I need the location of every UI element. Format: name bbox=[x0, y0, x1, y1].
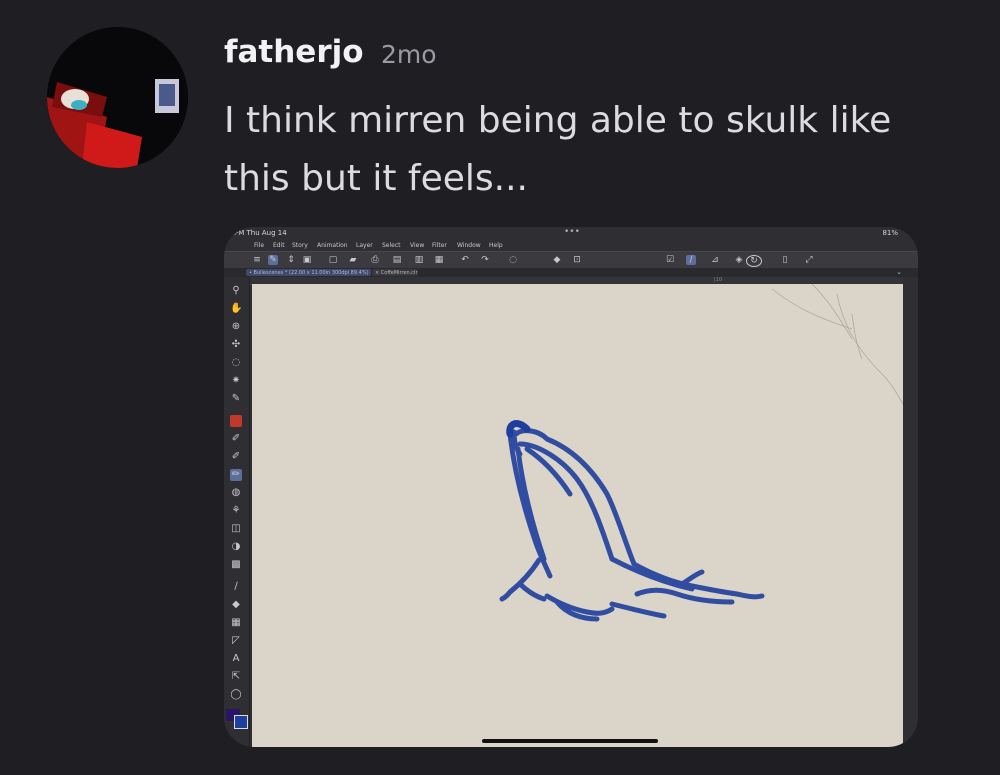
right-panel bbox=[904, 284, 918, 747]
status-battery: 81% bbox=[882, 229, 898, 237]
document-tabs: • Bullescenes * (22.00 x 11.00in 300dpi … bbox=[224, 268, 918, 277]
avatar[interactable] bbox=[47, 27, 188, 168]
image-attachment[interactable]: PM Thu Aug 14 ••• 81% File Edit Story An… bbox=[224, 227, 918, 747]
new-icon[interactable]: ▢ bbox=[328, 255, 338, 265]
hand-icon[interactable]: ✋ bbox=[230, 303, 242, 315]
ruler-icon[interactable]: ⊿ bbox=[710, 255, 720, 265]
shape-icon[interactable]: ◸ bbox=[230, 635, 242, 647]
pencil-icon[interactable]: ✐ bbox=[230, 451, 242, 463]
zoom-icon[interactable]: ⊕ bbox=[230, 321, 242, 333]
menu-edit[interactable]: Edit bbox=[273, 242, 285, 249]
secondary-swatch[interactable] bbox=[234, 715, 248, 729]
lasso-icon[interactable]: ◌ bbox=[230, 357, 242, 369]
text-icon[interactable]: A bbox=[230, 653, 242, 665]
export-icon[interactable]: ▥ bbox=[414, 255, 424, 265]
menu-file[interactable]: File bbox=[254, 242, 264, 249]
undo-icon[interactable]: ↶ bbox=[460, 255, 470, 265]
sketch bbox=[499, 283, 904, 622]
tab-coffemirren[interactable]: × CoffeMirren.clr bbox=[372, 269, 418, 276]
menu-view[interactable]: View bbox=[410, 242, 424, 249]
tool-settings-icon[interactable]: ✎ bbox=[268, 255, 278, 265]
balloon-icon[interactable]: ◯ bbox=[230, 689, 242, 701]
blend-icon[interactable]: ◑ bbox=[230, 541, 242, 553]
fill-icon[interactable]: ◆ bbox=[552, 255, 562, 265]
save-icon[interactable]: ▤ bbox=[392, 255, 402, 265]
username[interactable]: fatherjo bbox=[224, 34, 364, 70]
pen-icon[interactable]: ✐ bbox=[230, 433, 242, 445]
app-menubar: File Edit Story Animation Layer Select V… bbox=[224, 240, 918, 251]
decoration-icon[interactable]: ⚘ bbox=[230, 505, 242, 517]
status-time: PM Thu Aug 14 bbox=[234, 229, 287, 237]
message-text: I think mirren being able to skulk like … bbox=[224, 100, 892, 199]
fill-icon[interactable]: ◆ bbox=[230, 599, 242, 611]
export2-icon[interactable]: ▦ bbox=[434, 255, 444, 265]
check-icon[interactable]: ☑ bbox=[665, 255, 675, 265]
ruler-mark: |10 bbox=[714, 277, 723, 283]
chevron-down-icon[interactable]: ⌄ bbox=[896, 268, 902, 276]
timelapse-icon[interactable]: ↻ bbox=[746, 255, 762, 267]
gradient-icon[interactable]: ▩ bbox=[230, 559, 242, 571]
expand-icon[interactable]: ⤢ bbox=[804, 255, 814, 265]
red-tool-icon[interactable] bbox=[230, 415, 242, 427]
print-icon[interactable]: ⎙ bbox=[370, 255, 380, 265]
ipad-status-bar: PM Thu Aug 14 ••• 81% bbox=[224, 227, 918, 240]
eraser-icon[interactable]: ◫ bbox=[230, 523, 242, 535]
swap-icon[interactable]: ⇕ bbox=[286, 255, 296, 265]
home-indicator bbox=[482, 739, 658, 743]
airbrush-icon[interactable]: ◍ bbox=[230, 487, 242, 499]
menu-window[interactable]: Window bbox=[457, 242, 481, 249]
tab-bullescenes[interactable]: • Bullescenes * (22.00 x 11.00in 300dpi … bbox=[246, 269, 371, 276]
tool-panel: ⚲ ✋ ⊕ ✣ ◌ ✷ ✎ ✐ ✐ ✏ ◍ ⚘ ◫ ◑ ▩ ∕ ◆ ▦ ◸ A … bbox=[224, 277, 250, 747]
magic-wand-icon[interactable]: ✷ bbox=[230, 375, 242, 387]
object-icon[interactable]: ⇱ bbox=[230, 671, 242, 683]
layers-icon[interactable]: ◈ bbox=[734, 255, 744, 265]
open-icon[interactable]: ▰ bbox=[348, 255, 358, 265]
menu-layer[interactable]: Layer bbox=[356, 242, 373, 249]
clear-icon[interactable]: ◌ bbox=[508, 255, 518, 265]
tab-bullescenes-label: • Bullescenes * (22.00 x 11.00in 300dpi … bbox=[249, 270, 369, 276]
transform-icon[interactable]: ⊡ bbox=[572, 255, 582, 265]
brush-active-icon[interactable]: ∕ bbox=[686, 255, 696, 265]
phone-icon[interactable]: ▯ bbox=[780, 255, 790, 265]
color-icon[interactable]: ▣ bbox=[302, 255, 312, 265]
timestamp: 2mo bbox=[381, 40, 437, 69]
menu-animation[interactable]: Animation bbox=[317, 242, 348, 249]
brush-icon[interactable]: ✏ bbox=[230, 469, 242, 481]
search-icon[interactable]: ⚲ bbox=[230, 285, 242, 297]
frame-icon[interactable]: ▦ bbox=[230, 617, 242, 629]
menu-icon[interactable]: ≡ bbox=[252, 255, 262, 265]
menu-help[interactable]: Help bbox=[489, 242, 503, 249]
redo-icon[interactable]: ↷ bbox=[480, 255, 490, 265]
menu-select[interactable]: Select bbox=[382, 242, 401, 249]
menu-story[interactable]: Story bbox=[292, 242, 308, 249]
menu-filter[interactable]: Filter bbox=[432, 242, 447, 249]
line-icon[interactable]: ∕ bbox=[230, 581, 242, 593]
eyedropper-icon[interactable]: ✎ bbox=[230, 393, 242, 405]
more-dots-icon: ••• bbox=[564, 227, 580, 237]
avatar-image bbox=[47, 27, 188, 168]
drawing-canvas[interactable] bbox=[252, 283, 904, 747]
app-toolbar: ≡ ✎ ⇕ ▣ ▢ ▰ ⎙ ▤ ▥ ▦ ↶ ↷ ◌ ◆ ⊡ ☑ ∕ ⊿ ◈ ↻ … bbox=[224, 251, 918, 269]
move-icon[interactable]: ✣ bbox=[230, 339, 242, 351]
tab-coffemirren-label: × CoffeMirren.clr bbox=[375, 270, 418, 276]
